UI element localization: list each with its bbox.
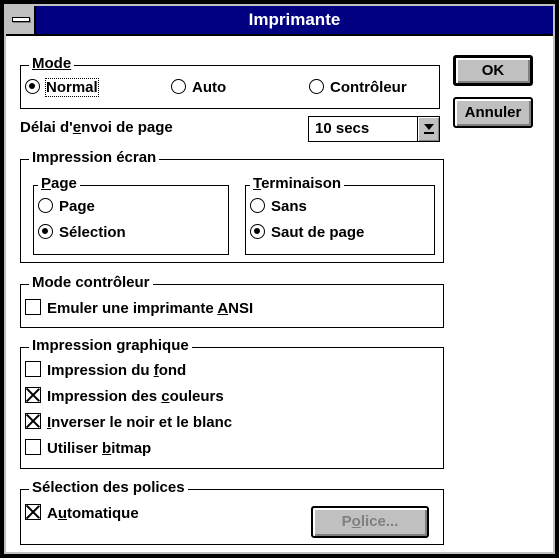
page-subgroup: Page Page Sélection bbox=[33, 175, 229, 255]
termination-pagebreak-label: Saut de page bbox=[271, 224, 365, 241]
font-selection-group-label: Sélection des polices bbox=[29, 479, 188, 497]
mode-auto-radio[interactable]: Auto bbox=[171, 78, 226, 98]
print-background-label: Impression du fond bbox=[47, 362, 187, 379]
use-bitmap-label: Utiliser bitmap bbox=[47, 440, 152, 457]
termination-none-label: Sans bbox=[271, 198, 307, 215]
page-selection-radio[interactable]: Sélection bbox=[38, 223, 126, 243]
title-bar: Imprimante bbox=[6, 6, 553, 36]
controller-mode-group: Mode contrôleur Emuler une imprimante AN… bbox=[20, 274, 444, 328]
send-delay-label: Délai d'envoi de page bbox=[20, 119, 173, 136]
screen-print-group-label: Impression écran bbox=[29, 149, 160, 167]
radio-icon bbox=[38, 198, 53, 213]
termination-pagebreak-radio[interactable]: Saut de page bbox=[250, 223, 364, 243]
print-colors-checkbox[interactable]: Impression des couleurs bbox=[25, 387, 224, 407]
mode-normal-radio[interactable]: Normal bbox=[25, 78, 99, 98]
page-page-radio[interactable]: Page bbox=[38, 197, 95, 217]
font-selection-group: Sélection des polices Automatique Police… bbox=[20, 479, 444, 545]
radio-icon bbox=[171, 79, 186, 94]
mode-group-label: Mode bbox=[29, 55, 75, 73]
dropdown-arrow-icon[interactable] bbox=[417, 117, 439, 141]
system-menu-icon bbox=[12, 17, 30, 22]
page-subgroup-label: Page bbox=[38, 175, 80, 193]
radio-selected-icon bbox=[250, 224, 265, 239]
mode-controller-label: Contrôleur bbox=[330, 79, 407, 96]
printer-dialog: Imprimante Mode Normal Auto Contrôleur O… bbox=[0, 0, 559, 558]
ok-button[interactable]: OK bbox=[453, 55, 533, 86]
graphics-print-group: Impression graphique Impression du fond … bbox=[20, 337, 444, 469]
send-delay-select[interactable]: 10 secs bbox=[308, 116, 440, 142]
checkbox-icon bbox=[25, 299, 41, 315]
mode-group: Mode Normal Auto Contrôleur bbox=[20, 55, 440, 109]
radio-selected-icon bbox=[38, 224, 53, 239]
checkbox-icon bbox=[25, 361, 41, 377]
emulate-ansi-label: Emuler une imprimante ANSI bbox=[47, 300, 254, 317]
radio-icon bbox=[309, 79, 324, 94]
mode-controller-radio[interactable]: Contrôleur bbox=[309, 78, 407, 98]
graphics-print-group-label: Impression graphique bbox=[29, 337, 192, 355]
mode-normal-label: Normal bbox=[45, 78, 99, 97]
system-menu-button[interactable] bbox=[6, 6, 36, 34]
use-bitmap-checkbox[interactable]: Utiliser bitmap bbox=[25, 439, 151, 459]
checkbox-checked-icon bbox=[25, 504, 41, 520]
auto-font-label: Automatique bbox=[47, 505, 139, 522]
cancel-button[interactable]: Annuler bbox=[453, 97, 533, 128]
mode-auto-label: Auto bbox=[192, 79, 227, 96]
invert-colors-label: Inverser le noir et le blanc bbox=[47, 414, 233, 431]
termination-subgroup-label: Terminaison bbox=[250, 175, 345, 193]
checkbox-checked-icon bbox=[25, 387, 41, 403]
dialog-title: Imprimante bbox=[248, 10, 341, 29]
font-button[interactable]: Police... bbox=[311, 506, 429, 538]
print-colors-label: Impression des couleurs bbox=[47, 388, 224, 405]
screen-print-group: Impression écran Page Page Sélection Ter… bbox=[20, 149, 444, 263]
send-delay-value: 10 secs bbox=[315, 120, 370, 137]
page-selection-label: Sélection bbox=[59, 224, 126, 241]
checkbox-icon bbox=[25, 439, 41, 455]
termination-subgroup: Terminaison Sans Saut de page bbox=[245, 175, 435, 255]
page-page-label: Page bbox=[59, 198, 95, 215]
invert-colors-checkbox[interactable]: Inverser le noir et le blanc bbox=[25, 413, 232, 433]
print-background-checkbox[interactable]: Impression du fond bbox=[25, 361, 186, 381]
radio-icon bbox=[250, 198, 265, 213]
emulate-ansi-checkbox[interactable]: Emuler une imprimante ANSI bbox=[25, 299, 253, 319]
auto-font-checkbox[interactable]: Automatique bbox=[25, 504, 139, 524]
checkbox-checked-icon bbox=[25, 413, 41, 429]
controller-mode-group-label: Mode contrôleur bbox=[29, 274, 153, 292]
radio-selected-icon bbox=[25, 79, 40, 94]
termination-none-radio[interactable]: Sans bbox=[250, 197, 307, 217]
